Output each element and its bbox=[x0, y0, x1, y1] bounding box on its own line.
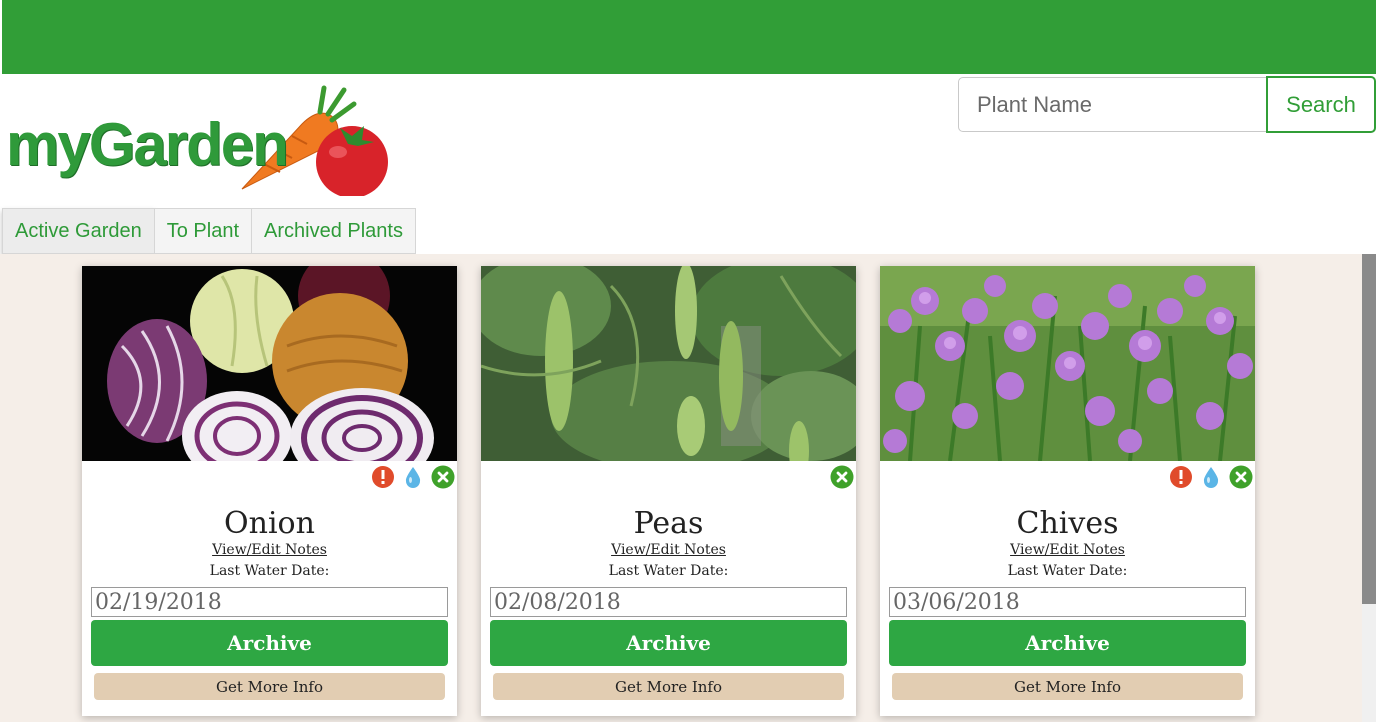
plant-card-onion: Onion View/Edit Notes Last Water Date: A… bbox=[82, 266, 457, 716]
logo-text: myGarden bbox=[6, 111, 289, 178]
alert-icon[interactable] bbox=[1169, 465, 1193, 489]
plant-name: Peas bbox=[633, 506, 704, 541]
get-more-info-button[interactable]: Get More Info bbox=[493, 673, 844, 700]
tab-archived-plants[interactable]: Archived Plants bbox=[252, 208, 416, 254]
archive-button[interactable]: Archive bbox=[91, 620, 448, 666]
onion-image bbox=[82, 266, 457, 461]
status-icons bbox=[1169, 464, 1253, 490]
view-edit-notes-link[interactable]: View/Edit Notes bbox=[880, 542, 1255, 558]
tab-active-garden[interactable]: Active Garden bbox=[2, 208, 155, 254]
plant-card-chives: Chives View/Edit Notes Last Water Date: … bbox=[880, 266, 1255, 716]
water-drop-icon[interactable] bbox=[401, 465, 425, 489]
archive-button[interactable]: Archive bbox=[490, 620, 847, 666]
last-water-date-input[interactable] bbox=[490, 587, 847, 617]
peas-image bbox=[481, 266, 856, 461]
get-more-info-button[interactable]: Get More Info bbox=[892, 673, 1243, 700]
last-water-date-label: Last Water Date: bbox=[608, 563, 729, 579]
search-button[interactable]: Search bbox=[1266, 76, 1376, 133]
top-banner bbox=[2, 0, 1376, 74]
remove-icon[interactable] bbox=[1229, 465, 1253, 489]
remove-icon[interactable] bbox=[431, 465, 455, 489]
plant-card-peas: Peas View/Edit Notes Last Water Date: Ar… bbox=[481, 266, 856, 716]
view-edit-notes-link[interactable]: View/Edit Notes bbox=[481, 542, 856, 558]
view-edit-notes-link[interactable]: View/Edit Notes bbox=[82, 542, 457, 558]
garden-tabs: Active Garden To Plant Archived Plants bbox=[2, 208, 416, 254]
plant-name: Onion bbox=[224, 506, 315, 541]
scrollbar-thumb[interactable] bbox=[1362, 254, 1376, 604]
alert-icon[interactable] bbox=[371, 465, 395, 489]
get-more-info-button[interactable]: Get More Info bbox=[94, 673, 445, 700]
remove-icon[interactable] bbox=[830, 465, 854, 489]
tab-to-plant[interactable]: To Plant bbox=[154, 208, 252, 254]
last-water-date-input[interactable] bbox=[91, 587, 448, 617]
plant-name-search-input[interactable] bbox=[958, 77, 1268, 132]
chives-image bbox=[880, 266, 1255, 461]
last-water-date-label: Last Water Date: bbox=[209, 563, 330, 579]
status-icons bbox=[371, 464, 455, 490]
water-drop-icon[interactable] bbox=[1199, 465, 1223, 489]
site-logo[interactable]: myGarden bbox=[2, 84, 394, 196]
archive-button[interactable]: Archive bbox=[889, 620, 1246, 666]
plant-name: Chives bbox=[1016, 506, 1119, 541]
last-water-date-label: Last Water Date: bbox=[1007, 563, 1128, 579]
last-water-date-input[interactable] bbox=[889, 587, 1246, 617]
status-icons bbox=[830, 464, 854, 490]
